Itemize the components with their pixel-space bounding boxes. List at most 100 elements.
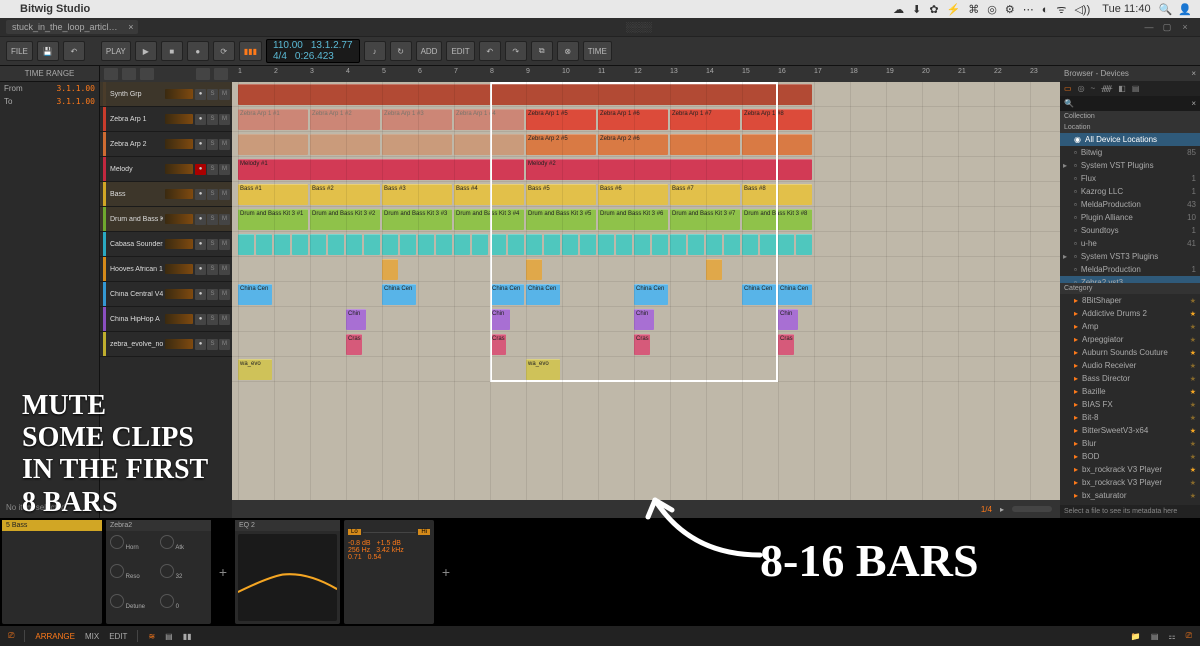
solo-button[interactable]: S bbox=[207, 139, 218, 150]
next-button[interactable]: ↷ bbox=[505, 41, 527, 61]
clip[interactable]: Cras bbox=[778, 334, 794, 355]
metronome-button[interactable]: ▮▮▮ bbox=[239, 41, 262, 61]
clip[interactable] bbox=[256, 234, 272, 255]
browser-category-item[interactable]: ▸bx_rockrack V3 Player★ bbox=[1060, 476, 1200, 489]
delete-button[interactable]: ⊗ bbox=[557, 41, 579, 61]
clip[interactable] bbox=[310, 134, 380, 155]
to-value[interactable]: 3.1.1.00 bbox=[56, 97, 95, 106]
tab-samples-icon[interactable]: ~ bbox=[1091, 84, 1096, 93]
track-header[interactable]: Zebra Arp 1 ● S M bbox=[100, 107, 232, 132]
clip[interactable] bbox=[634, 234, 650, 255]
solo-button[interactable]: S bbox=[207, 264, 218, 275]
maximize-button[interactable]: ▢ bbox=[1158, 22, 1176, 33]
track-header[interactable]: Synth Grp ● S M bbox=[100, 82, 232, 107]
clip[interactable]: Bass #6 bbox=[598, 184, 668, 205]
favorite-star-icon[interactable]: ★ bbox=[1190, 479, 1196, 487]
mute-button[interactable]: M bbox=[219, 264, 230, 275]
favorite-star-icon[interactable]: ★ bbox=[1190, 297, 1196, 305]
browser-location-item[interactable]: ▫Plugin Alliance10 bbox=[1060, 211, 1200, 224]
clip[interactable]: Bass #3 bbox=[382, 184, 452, 205]
undo-button[interactable]: ↶ bbox=[63, 41, 85, 61]
close-window-button[interactable]: × bbox=[1176, 22, 1194, 32]
clip[interactable]: Cras bbox=[490, 334, 506, 355]
tab-music-icon[interactable]: ◧ bbox=[1118, 84, 1126, 93]
browser-category-item[interactable]: ▸Blur★ bbox=[1060, 437, 1200, 450]
mute-button[interactable]: M bbox=[219, 239, 230, 250]
clip[interactable] bbox=[706, 259, 722, 280]
clip[interactable] bbox=[706, 234, 722, 255]
panel-toggle-mappings[interactable]: ⚏ bbox=[1168, 632, 1175, 641]
panel-toggle-left[interactable]: ⎚ bbox=[8, 631, 14, 641]
clip[interactable] bbox=[274, 234, 290, 255]
browser-location-item[interactable]: ▸▫System VST3 Plugins bbox=[1060, 250, 1200, 263]
solo-button[interactable]: S bbox=[207, 164, 218, 175]
scroll-horizontal[interactable] bbox=[1012, 506, 1052, 512]
arm-button[interactable]: ● bbox=[195, 139, 206, 150]
automation-toggle[interactable] bbox=[104, 68, 118, 80]
search-clear-icon[interactable]: × bbox=[1191, 99, 1196, 108]
clip[interactable]: Drum and Bass Kit 3 #4 bbox=[454, 209, 524, 230]
user-icon[interactable]: 👤 bbox=[1178, 3, 1192, 16]
view-edit[interactable]: EDIT bbox=[109, 632, 127, 641]
clip[interactable]: China Cen bbox=[742, 284, 776, 305]
clip[interactable]: Zebra Arp 1 #7 bbox=[670, 109, 740, 130]
mute-button[interactable]: M bbox=[219, 164, 230, 175]
save-button[interactable]: 💾 bbox=[37, 41, 59, 61]
eq-curve[interactable] bbox=[238, 534, 337, 621]
favorite-star-icon[interactable]: ★ bbox=[1190, 414, 1196, 422]
edit-button[interactable]: EDIT bbox=[446, 41, 474, 61]
favorite-star-icon[interactable]: ★ bbox=[1190, 453, 1196, 461]
mute-button[interactable]: M bbox=[219, 89, 230, 100]
section-category[interactable]: Category bbox=[1060, 283, 1200, 294]
browser-category-item[interactable]: ▸Audio Receiver★ bbox=[1060, 359, 1200, 372]
clip[interactable]: Bass #2 bbox=[310, 184, 380, 205]
clip[interactable]: Bass #7 bbox=[670, 184, 740, 205]
favorite-star-icon[interactable]: ★ bbox=[1190, 440, 1196, 448]
clip[interactable]: Chin bbox=[778, 309, 798, 330]
clip[interactable] bbox=[544, 234, 560, 255]
mute-button[interactable]: M bbox=[219, 139, 230, 150]
arm-button[interactable]: ● bbox=[195, 189, 206, 200]
track-header[interactable]: zebra_evolve_no… ● S M bbox=[100, 332, 232, 357]
browser-location-item[interactable]: ▫MeldaProduction1 bbox=[1060, 263, 1200, 276]
section-collection[interactable]: Collection bbox=[1064, 113, 1095, 120]
browser-category-item[interactable]: ▸bx_saturator★ bbox=[1060, 489, 1200, 502]
clip[interactable] bbox=[688, 234, 704, 255]
favorite-star-icon[interactable]: ★ bbox=[1190, 492, 1196, 500]
clip[interactable] bbox=[652, 234, 668, 255]
master-solo[interactable] bbox=[122, 68, 136, 80]
lo-freq[interactable]: 256 Hz bbox=[348, 547, 370, 554]
track-header[interactable]: Melody ● S M bbox=[100, 157, 232, 182]
browser-location-item[interactable]: ▫Flux1 bbox=[1060, 172, 1200, 185]
favorite-star-icon[interactable]: ★ bbox=[1190, 466, 1196, 474]
solo-button[interactable]: S bbox=[207, 89, 218, 100]
mute-button[interactable]: M bbox=[219, 214, 230, 225]
clip[interactable] bbox=[400, 234, 416, 255]
solo-button[interactable]: S bbox=[207, 289, 218, 300]
arm-button[interactable]: ● bbox=[195, 114, 206, 125]
clip[interactable]: Zebra Arp 1 #4 bbox=[454, 109, 524, 130]
clip[interactable]: Bass #5 bbox=[526, 184, 596, 205]
track-header[interactable]: Bass ● S M bbox=[100, 182, 232, 207]
favorite-star-icon[interactable]: ★ bbox=[1190, 427, 1196, 435]
clip[interactable] bbox=[796, 234, 812, 255]
clip[interactable] bbox=[670, 234, 686, 255]
browser-location-item[interactable]: ▸▫System VST Plugins bbox=[1060, 159, 1200, 172]
clip[interactable]: Cras bbox=[634, 334, 650, 355]
clip[interactable] bbox=[328, 234, 344, 255]
browser-category-item[interactable]: ▸BOD★ bbox=[1060, 450, 1200, 463]
solo-button[interactable]: S bbox=[207, 114, 218, 125]
solo-button[interactable]: S bbox=[207, 214, 218, 225]
clip[interactable]: Zebra Arp 1 #8 bbox=[742, 109, 812, 130]
browser-location-item[interactable]: ▫Bitwig85 bbox=[1060, 146, 1200, 159]
knob-reso[interactable]: Reso bbox=[110, 564, 157, 590]
view-arrange[interactable]: ARRANGE bbox=[35, 632, 75, 641]
browser-category-item[interactable]: ▸Bass Director★ bbox=[1060, 372, 1200, 385]
arm-button[interactable]: ● bbox=[195, 164, 206, 175]
from-value[interactable]: 3.1.1.00 bbox=[56, 84, 95, 93]
favorite-star-icon[interactable]: ★ bbox=[1190, 323, 1196, 331]
clip[interactable] bbox=[436, 234, 452, 255]
panel-toggle-output[interactable]: ▤ bbox=[1151, 632, 1159, 641]
browser-category-item[interactable]: ▸BitterSweetV3-x64★ bbox=[1060, 424, 1200, 437]
clip[interactable] bbox=[238, 134, 308, 155]
